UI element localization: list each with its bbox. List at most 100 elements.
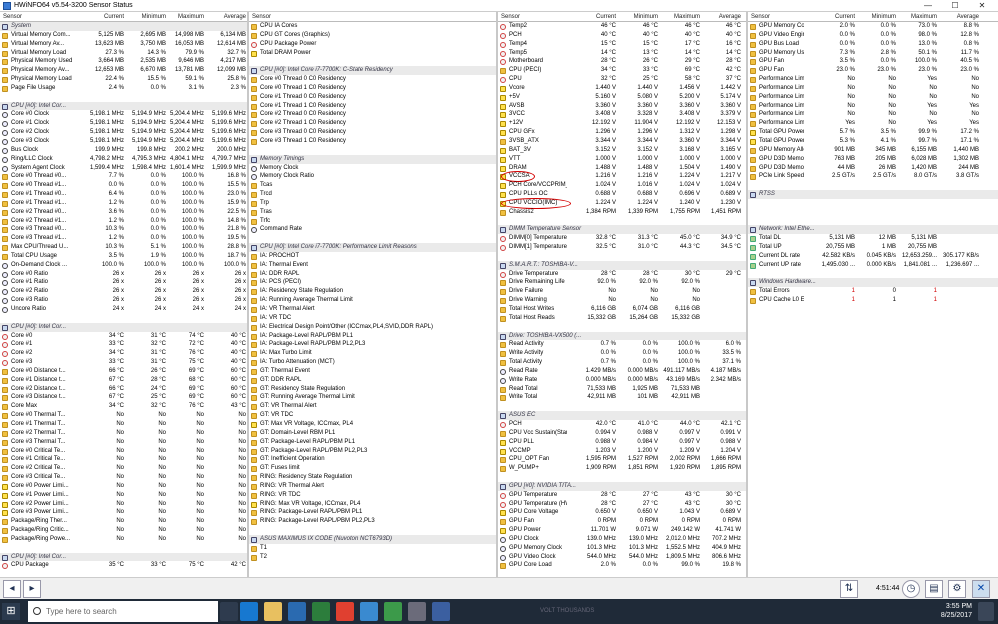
sensor-group-header[interactable]: RTSS [748,190,998,199]
app-icon-3[interactable] [384,602,402,621]
sensor-row[interactable]: Core #2 Thread #1... 1.2 % 0.0 % 100.0 % 14.… [0,217,247,226]
sensor-row[interactable]: Drive Failure No No No [498,287,746,296]
sensor-row[interactable]: Package/Ring Critic... No No No No [0,526,247,535]
sensor-row[interactable]: Total DL 5,131 MB 12 MB 5,131 MB [748,234,998,243]
sensor-row[interactable]: Total Activity 0.7 % 0.0 % 100.0 % 37.1 % [498,358,746,367]
sensor-row[interactable]: Core #1 33 °C 32 °C 72 °C 40 °C [0,340,247,349]
sensor-row[interactable]: Read Activity 0.7 % 0.0 % 100.0 % 6.0 % [498,340,746,349]
sensor-row[interactable]: GPU Power 11.701 W 9.071 W 249.142 W 41.741 … [498,526,746,535]
app-icon-2[interactable] [360,602,378,621]
sensor-row[interactable]: W_PUMP+ 1,909 RPM 1,851 RPM 1,920 RPM 1,895 … [498,464,746,473]
sensor-row[interactable]: Total Host Writes 6,116 GB 6,074 GB 6,116 G… [498,305,746,314]
task-view-icon[interactable] [220,602,238,621]
sensor-row[interactable]: Physical Memory Av... 12,653 MB 6,670 MB 13… [0,66,247,75]
arrow-right-icon[interactable]: ▸ [23,580,41,598]
sensor-row[interactable]: Tcas [249,181,496,190]
sensor-group-header[interactable]: CPU [#0]: Intel Core i7-7700K: C-State R… [249,66,496,76]
sensor-row[interactable]: Total GPU Power [%... 5.3 % 4.1 % 99.7 % 17.… [748,137,998,146]
network-icon[interactable]: ⇅ [840,580,858,598]
sensor-row[interactable]: Core #3 Distance t... 67 °C 25 °C 69 °C 60 °… [0,393,247,402]
sensor-row[interactable]: IA: Electrical Design Point/Other (ICCma… [249,323,496,332]
sensor-row[interactable]: IA: PROCHOT [249,252,496,261]
sensor-row[interactable]: T2 [249,553,496,562]
sensor-row[interactable]: PCIe Link Speed 2.5 GT/s 2.5 GT/s 8.0 GT/s 3… [748,172,998,181]
sensor-row[interactable]: GT: VR Thermal Alert [249,402,496,411]
sensor-row[interactable]: GPU Clock 139.0 MHz 139.0 MHz 2,012.0 MHz 70… [498,535,746,544]
sensor-row[interactable] [748,270,998,279]
sensor-row[interactable]: CPU Package Power [249,40,496,49]
minimize-button[interactable]: — [918,0,938,12]
header-average[interactable]: Average [224,14,246,20]
clock-icon[interactable]: ◷ [902,580,920,598]
header-minimum[interactable]: Minimum [634,14,658,20]
sensor-row[interactable] [0,544,247,553]
sensor-row[interactable]: Total CPU Usage 3.5 % 1.9 % 100.0 % 18.7 % [0,252,247,261]
sensor-row[interactable]: Total DRAM Power [249,49,496,58]
store-icon[interactable] [288,602,306,621]
sensor-row[interactable]: RING: VR Thermal Alert [249,482,496,491]
sensor-panel-4[interactable]: Sensor Current Minimum Maximum Average GPU Me… [748,12,998,577]
sensor-row[interactable]: GPU Memory Alloca... 901 MB 345 MB 6,155 MB… [748,146,998,155]
sensor-row[interactable]: Core #1 Distance t... 67 °C 28 °C 68 °C 60 °… [0,376,247,385]
sensor-row[interactable]: Write Total 42,911 MB 101 MB 42,911 MB [498,393,746,402]
sensor-panel-2[interactable]: Sensor CPU IA Cores CPU GT Cores (Graphics… [249,12,498,577]
sensor-row[interactable]: Trp [249,199,496,208]
sensor-row[interactable]: Core #0 Thermal T... No No No No [0,411,247,420]
sensor-row[interactable]: Core #0 34 °C 31 °C 74 °C 40 °C [0,332,247,341]
xbox-icon[interactable] [312,602,330,621]
sensor-group-header[interactable]: S.M.A.R.T.: TOSHIBA-V... [498,260,746,270]
sensor-row[interactable]: Core #3 33 °C 31 °C 75 °C 40 °C [0,358,247,367]
sensor-row[interactable]: GPU Fan 0 RPM 0 RPM 0 RPM 0 RPM [498,517,746,526]
hwinfo-taskbar-icon[interactable] [432,602,450,621]
sensor-row[interactable]: PCH Core/VCCPRIM_1.0 1.024 V 1.016 V 1.024 … [498,181,746,190]
header-maximum[interactable]: Maximum [178,14,204,20]
sensor-group-header[interactable]: CPU [#0]: Intel Cor... [0,101,247,111]
sensor-row[interactable]: Write Rate 0.000 MB/s 0.000 MB/s 43.169 MB/… [498,376,746,385]
sensor-row[interactable]: DRAM 1.488 V 1.488 V 1.504 V 1.490 V [498,164,746,173]
sensor-row[interactable]: Temp4 15 °C 15 °C 17 °C 16 °C [498,40,746,49]
sensor-row[interactable]: Core #0 Distance t... 66 °C 26 °C 69 °C 60 °… [0,367,247,376]
sensor-row[interactable]: Tras [249,208,496,217]
sensor-row[interactable]: Performance Limit -... No No No No [748,84,998,93]
sensor-row[interactable]: +5V 5.160 V 5.080 V 5.200 V 5.174 V [498,93,746,102]
sensor-row[interactable]: IA: Package-Level RAPL/PBM PL1 [249,332,496,341]
sensor-row[interactable]: IA: Thermal Event [249,261,496,270]
sensor-row[interactable]: VTT 1.000 V 1.000 V 1.000 V 1.000 V [498,155,746,164]
sensor-row[interactable]: Memory Clock [249,164,496,173]
sensor-row[interactable]: CPU (PECI) 34 °C 33 °C 69 °C 42 °C [498,66,746,75]
sensor-row[interactable]: Core #0 Critical Te... No No No No [0,447,247,456]
sensor-row[interactable] [498,323,746,332]
sensor-row[interactable]: IA: Running Average Thermal Limit [249,296,496,305]
sensor-row[interactable]: Core #3 Clock 5,198.1 MHz 5,194.9 MHz 5,204… [0,137,247,146]
header-current[interactable]: Current [596,14,616,20]
notification-icon[interactable] [978,602,994,621]
sensor-row[interactable]: Core #0 Thread 1 C0 Residency [249,84,496,93]
sensor-row[interactable]: GPU Temperature 28 °C 27 °C 43 °C 30 °C [498,491,746,500]
sensor-row[interactable]: Core #1 Critical Te... No No No No [0,455,247,464]
sensor-row[interactable]: Core #3 Thread #1... 1.2 % 0.0 % 100.0 % 19.… [0,234,247,243]
sensor-row[interactable]: Core #3 Thread #0... 10.3 % 0.0 % 100.0 % 21… [0,225,247,234]
sensor-panel-1[interactable]: Sensor Current Minimum Maximum Average System… [0,12,249,577]
arrow-left-icon[interactable]: ◂ [3,580,21,598]
sensor-row[interactable]: Uncore Ratio 24 x 24 x 24 x 24 x [0,305,247,314]
sensor-row[interactable]: CPU Vcc Sustain(Standb... 0.994 V 0.988 V 0… [498,429,746,438]
sensor-row[interactable]: Core #3 Ratio 26 x 26 x 26 x 26 x [0,296,247,305]
sensor-row[interactable]: T1 [249,544,496,553]
sensor-row[interactable]: Core #2 Thread 0 C0 Residency [249,110,496,119]
sensor-group-header[interactable]: ASUS EC [498,411,746,420]
sensor-row[interactable]: RING: Max VR Voltage, ICCmax, PL4 [249,500,496,509]
sensor-row[interactable]: CPU 32 °C 25 °C 58 °C 37 °C [498,75,746,84]
header-average[interactable]: Average [957,14,979,20]
header-current[interactable]: Current [104,14,124,20]
sensor-row[interactable]: Page File Usage 2.4 % 0.0 % 3.1 % 2.3 % [0,84,247,93]
sensor-group-header[interactable]: ASUS MAXIMUS IX CODE (Nuvoton NCT6793D) [249,534,496,544]
sensor-group-header[interactable]: CPU [#0]: Intel Cor... [0,552,247,562]
sensor-row[interactable]: Core #3 Power Limi... No No No No [0,508,247,517]
sensor-row[interactable]: Core #3 Thread 0 C0 Residency [249,128,496,137]
sensor-row[interactable]: CPU PLL 0.988 V 0.984 V 0.997 V 0.988 V [498,438,746,447]
sensor-row[interactable] [748,181,998,190]
file-explorer-icon[interactable] [264,602,282,621]
sensor-row[interactable]: Performance Limit -... Yes No Yes Yes [748,119,998,128]
sensor-row[interactable]: GPU Fan 23.0 % 23.0 % 23.0 % 23.0 % [748,66,998,75]
sensor-row[interactable] [249,526,496,535]
